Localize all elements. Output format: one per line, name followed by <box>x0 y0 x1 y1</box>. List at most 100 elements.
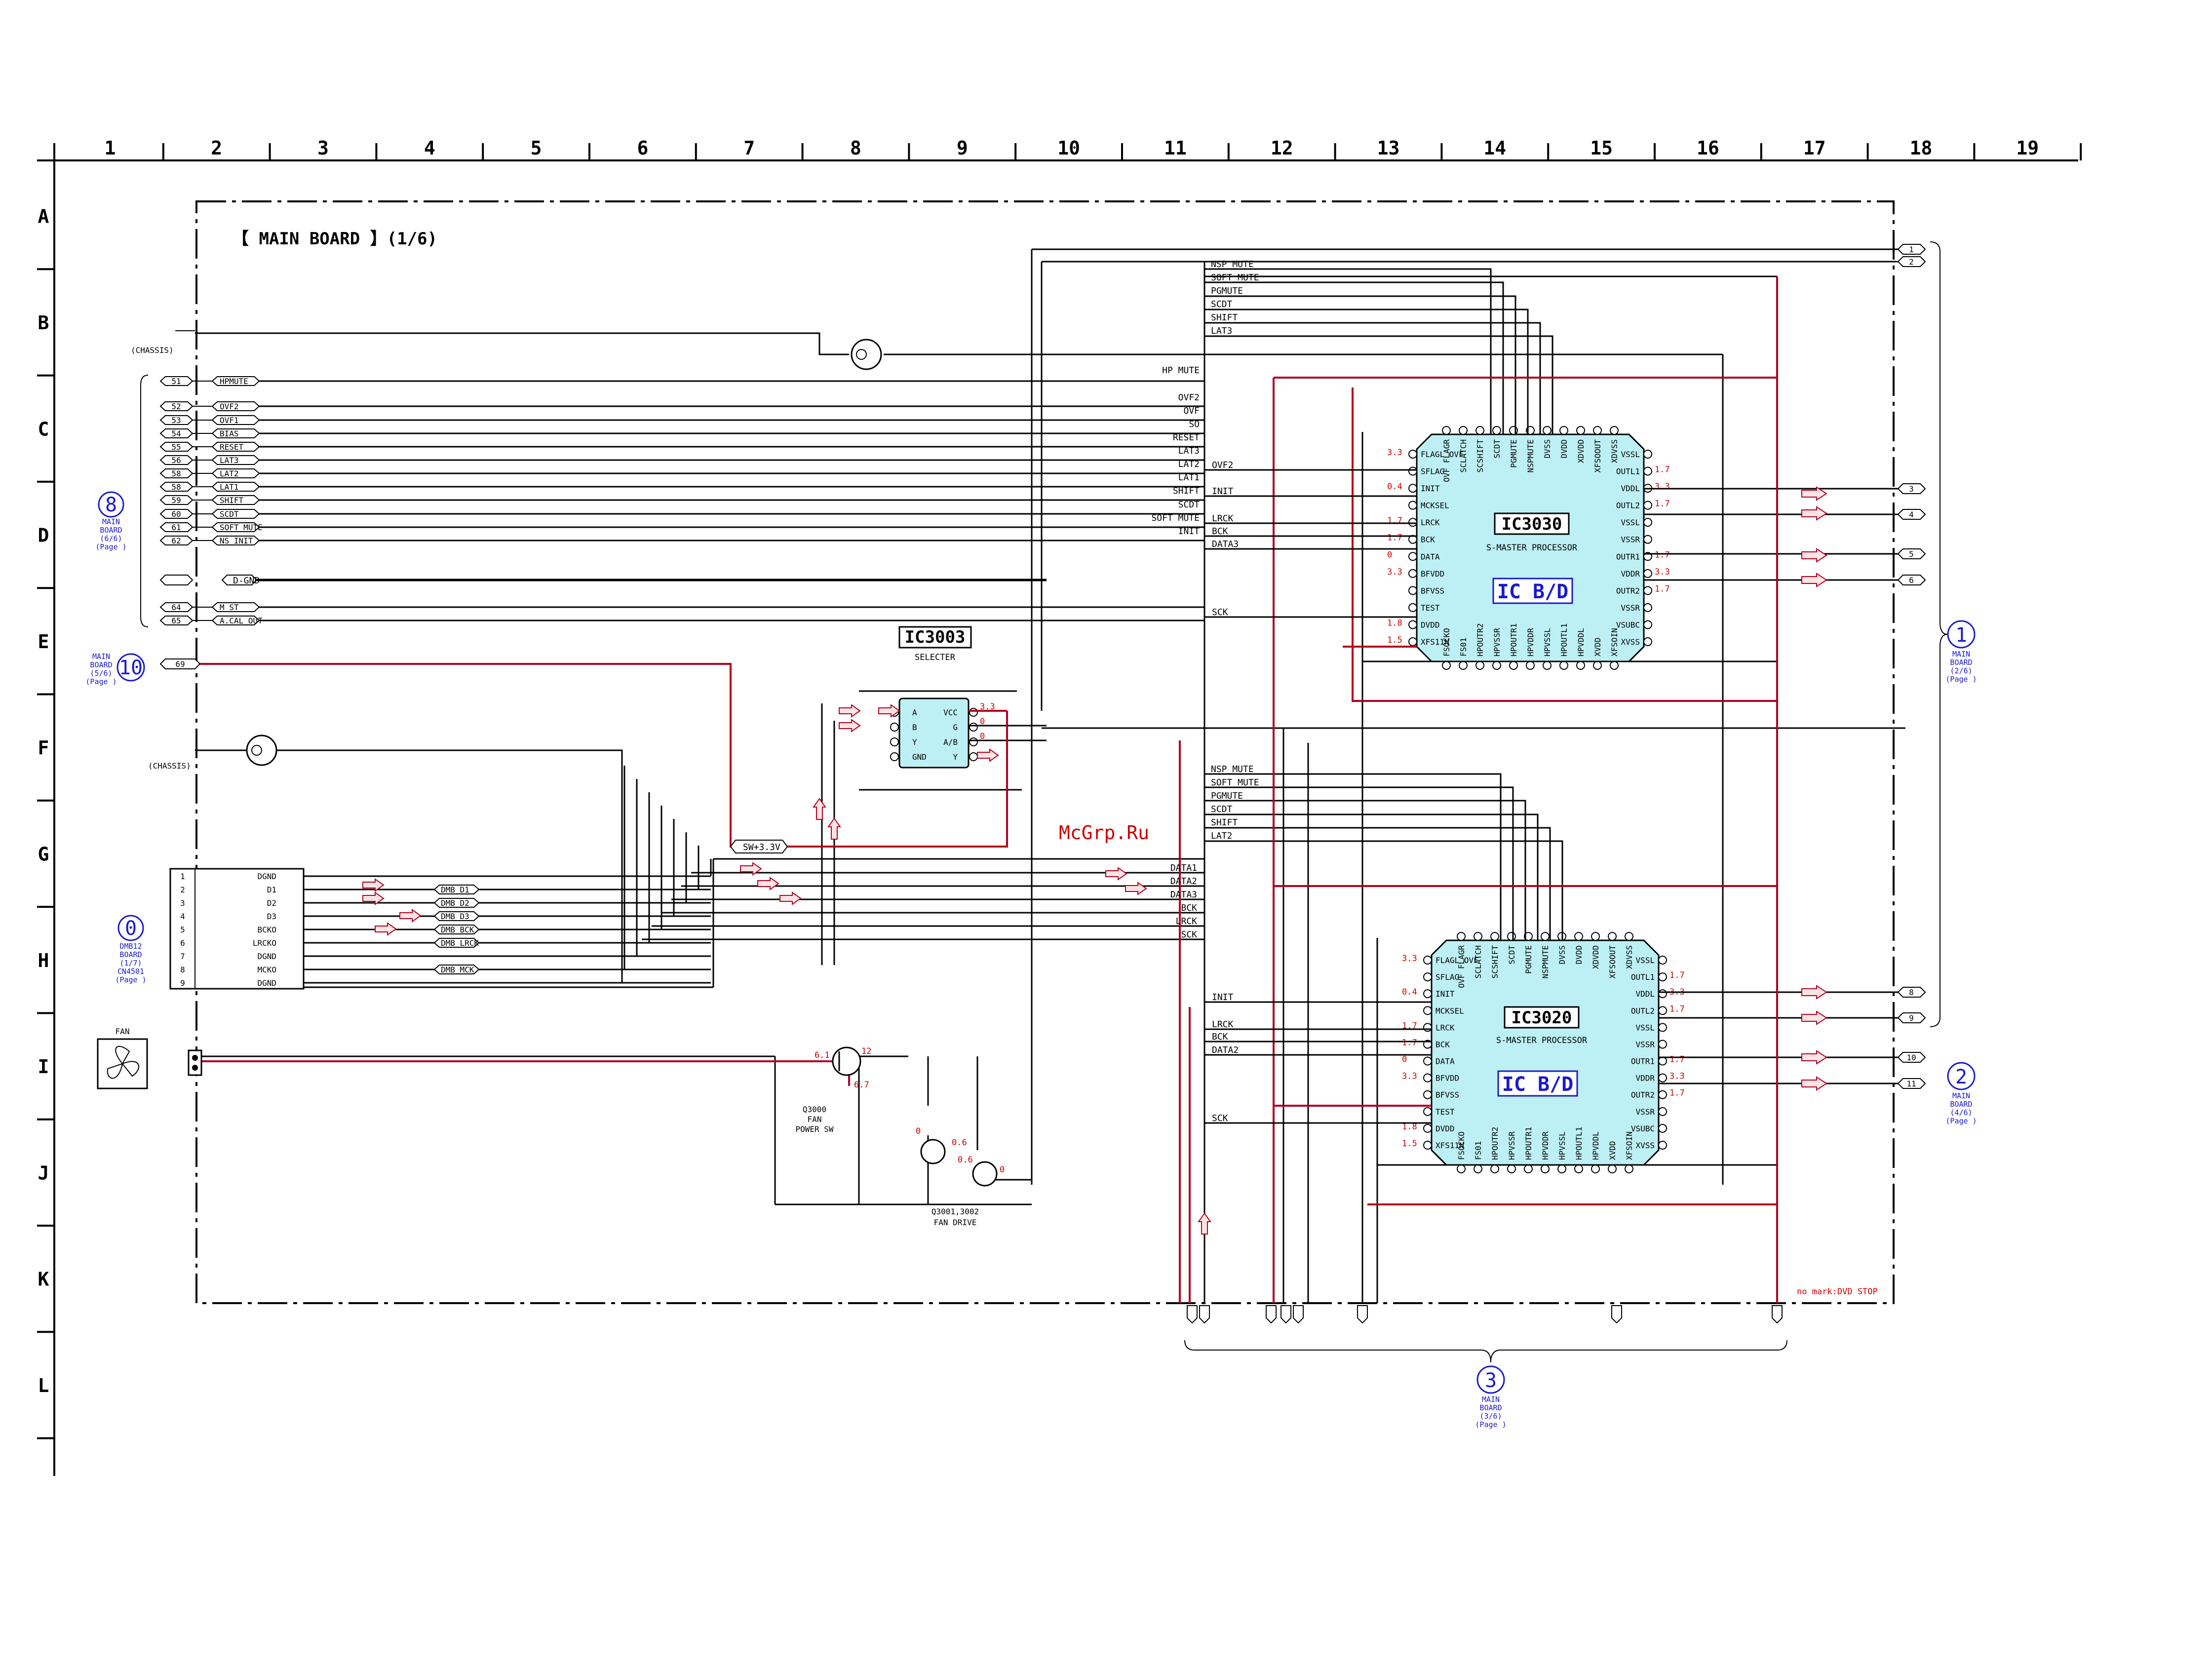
ic3030-left-pin: BFVSS <box>1421 586 1444 595</box>
ic3020-left-pin: INIT <box>1436 989 1455 999</box>
signal-arrow <box>1125 882 1147 895</box>
ic3020-right-pin: VSSL <box>1635 1023 1655 1032</box>
grid-frame <box>37 143 2078 1476</box>
ic3020-input-label: DATA2 <box>1212 1045 1239 1055</box>
ic3030-bottom-pin: HPVSSR <box>1492 628 1502 657</box>
ref-label-line: (Page ) <box>1945 675 1977 684</box>
ic3020-bottom-pin: XFSOIN <box>1625 1131 1634 1160</box>
right-bus-label: SOFT MUTE <box>1151 513 1200 523</box>
row-label-C: C <box>38 418 49 440</box>
ic3030-left-volt: 0.4 <box>1387 482 1402 492</box>
ref-2: 2 MAINBOARD(4/6)(Page ) <box>1945 1062 1977 1125</box>
upper-bus-label: SHIFT <box>1211 312 1238 323</box>
ic3020-bottom-pin: XVDD <box>1608 1141 1617 1160</box>
ic3003-left-pin: GND <box>912 752 927 762</box>
ic3020-right-pin: XVSS <box>1635 1141 1655 1150</box>
data-bus-label: DATA1 <box>1170 863 1197 873</box>
ic3020-left-pin: MCKSEL <box>1436 1006 1464 1015</box>
bottom-off-sheet-pin <box>1293 1305 1304 1324</box>
connector-10-label-line: (5/6) <box>90 669 112 678</box>
off-sheet-pin-number: 3 <box>1909 484 1914 494</box>
row-label-E: E <box>38 631 49 653</box>
ic3020-left-volt: 0.4 <box>1402 987 1417 997</box>
right-bus-label: INIT <box>1178 526 1200 537</box>
data-bus-label: DATA3 <box>1170 890 1197 900</box>
q3000-desc-1: FAN <box>808 1115 822 1124</box>
connector-0-label-line: BOARD <box>119 950 142 959</box>
ic3020-right-pin: OUTL2 <box>1631 1006 1655 1015</box>
right-bus-label: RESET <box>1173 432 1200 443</box>
ic3030-left-pin: INIT <box>1421 484 1440 493</box>
ic3030-board-tag: IC B/D <box>1497 580 1569 603</box>
bottom-off-sheet-pin <box>1266 1305 1277 1324</box>
connector-8-pin-number: 52 <box>171 402 181 411</box>
ic3020-right-pin: VSSL <box>1635 956 1655 965</box>
ic3030-bottom-pin: FSOCKO <box>1442 628 1451 657</box>
col-label-19: 19 <box>2016 137 2039 159</box>
ic3030-top-pin: DVSS <box>1543 439 1552 459</box>
connector-0-pin-signal: DGND <box>257 952 276 961</box>
ic3020-bottom-pin: HPOUTL1 <box>1574 1127 1584 1160</box>
right-bus-label: LAT3 <box>1178 446 1200 456</box>
connector-8-pin-number: 60 <box>171 509 181 519</box>
connector-8-pin-number: 53 <box>171 416 181 425</box>
connector-0-label-line: (Page ) <box>115 975 146 984</box>
ic3020-left-pin: SFLAG <box>1436 972 1459 982</box>
ref-label-line: (4/6) <box>1950 1108 1972 1117</box>
connector-0-pin-number: 8 <box>180 965 185 974</box>
ref-label-line: BOARD <box>1950 1100 1972 1109</box>
connector-0-pin-signal: MCKO <box>257 965 276 974</box>
lower-bus-label: NSP MUTE <box>1211 764 1254 774</box>
right-bus-label: SHIFT <box>1173 486 1200 496</box>
connector-0-pin-number: 6 <box>180 938 185 948</box>
ic3003-right-pin: G <box>953 723 958 732</box>
ic3030-right-pin: OUTL1 <box>1616 467 1640 476</box>
ic3030-left-volt: 3.3 <box>1387 567 1402 577</box>
right-bus-label: LAT1 <box>1178 472 1200 483</box>
right-bus-label: SO <box>1189 419 1200 429</box>
ref-label-line: MAIN <box>1952 650 1970 658</box>
connector-0-pin-number: 1 <box>180 872 185 881</box>
ref-label-line: (3/6) <box>1479 1412 1502 1421</box>
signal-arrow <box>1801 548 1827 563</box>
ic3030-right-pin: VDDR <box>1621 569 1640 579</box>
ic3020-top-pin: XDVSS <box>1625 945 1634 969</box>
row-label-K: K <box>38 1269 49 1290</box>
connector-8-pin-number: 64 <box>171 603 181 612</box>
connector-8-net-label: SHIFT <box>220 496 244 505</box>
ic3030-left-pin: SFLAG <box>1421 467 1444 476</box>
signal-arrow <box>757 877 779 890</box>
ic3030-right-volt: 3.3 <box>1655 567 1670 577</box>
connector-0-pin-signal: D3 <box>267 912 276 921</box>
connector-10-label-line: BOARD <box>90 660 112 669</box>
ic3020-left-volt: 3.3 <box>1402 1072 1417 1082</box>
connector-8-pin-number: 58 <box>171 469 181 478</box>
ref-label-line: BOARD <box>1950 658 1972 667</box>
signal-arrow <box>1801 1076 1827 1091</box>
ic3030-left-pin: DATA <box>1421 552 1440 561</box>
col-label-2: 2 <box>211 137 222 159</box>
connector-8-net-label: LAT2 <box>220 469 239 478</box>
connector-8-label-line: (Page ) <box>95 542 126 551</box>
ic3020-input-label: SCK <box>1212 1113 1228 1123</box>
ic3020-right-volt: 1.7 <box>1669 1088 1685 1098</box>
ic3003-right-pin: Y <box>953 752 958 762</box>
signal-arrow <box>1801 506 1827 521</box>
connector-8-pin-number: 62 <box>171 536 181 545</box>
bottom-off-sheet-pin <box>1611 1305 1622 1324</box>
ic3020-right-volt: 1.7 <box>1669 1055 1685 1065</box>
signal-arrow <box>779 891 802 905</box>
bottom-off-sheet-pin <box>1199 1305 1210 1324</box>
connector-10: 10 MAINBOARD(5/6)(Page ) 69 <box>85 652 201 686</box>
ic3030-left-volt: 1.7 <box>1387 533 1402 543</box>
ic3030-left-volt: 1.8 <box>1387 618 1402 628</box>
ic3030-top-pin: OVF FLAGR <box>1442 439 1451 482</box>
right-bus-labels: HP MUTE OVF2 OVF SO RESET LAT3 LAT2 LAT1 SHIFT SC… <box>1151 365 1200 537</box>
off-sheet-pin-number: 2 <box>1909 257 1914 267</box>
connector-8-label-line: MAIN <box>102 517 120 526</box>
upper-bus-label: LAT3 <box>1211 326 1232 336</box>
connector-8-ref: 8 <box>105 494 117 516</box>
signal-arrow <box>813 798 826 820</box>
ic3020-right-pin: OUTR1 <box>1631 1057 1655 1066</box>
ic3020-board-tag: IC B/D <box>1502 1073 1574 1096</box>
